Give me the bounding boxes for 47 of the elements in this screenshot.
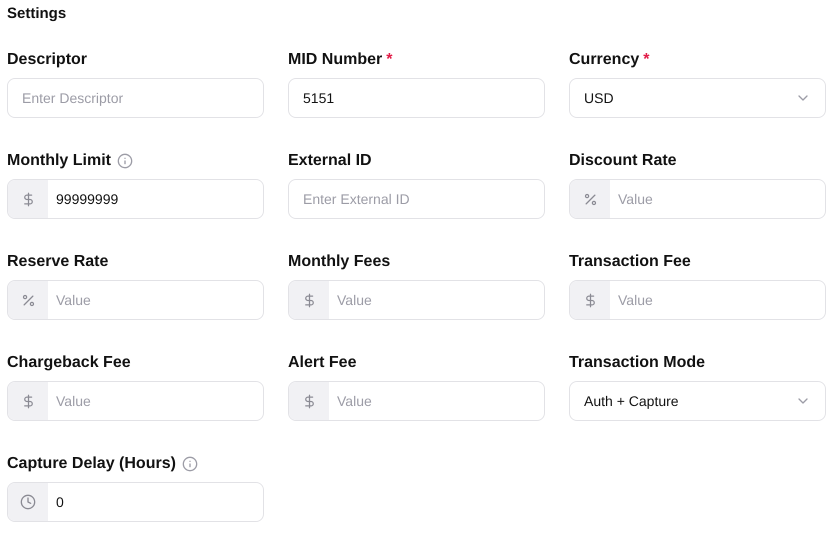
info-icon[interactable]	[116, 153, 133, 169]
field-value: 0	[56, 494, 64, 510]
input-field[interactable]: Value	[288, 381, 545, 421]
input-field[interactable]: 0	[7, 482, 264, 522]
field-label: Monthly Limit	[7, 152, 111, 170]
placeholder-text: Value	[618, 292, 653, 308]
percent-icon	[582, 192, 598, 206]
field-label: Capture Delay (Hours)	[7, 455, 176, 473]
field-value: 5151	[303, 90, 334, 106]
required-mark: *	[386, 51, 392, 69]
clock-icon	[20, 494, 36, 510]
select-field[interactable]: Auth + Capture	[569, 381, 826, 421]
section-title: Settings	[7, 5, 66, 22]
field-label: Transaction Mode	[569, 354, 706, 372]
placeholder-text: Value	[337, 292, 372, 308]
input-field[interactable]: Value	[569, 179, 826, 219]
required-mark: *	[643, 51, 650, 69]
field-label: Discount Rate	[569, 152, 677, 170]
input-field[interactable]: Value	[569, 280, 826, 320]
placeholder-text: Enter Descriptor	[22, 90, 124, 106]
field-value: Auth + Capture	[584, 393, 679, 409]
placeholder-text: Value	[337, 393, 372, 409]
field-value: USD	[584, 90, 614, 106]
info-icon[interactable]	[182, 456, 198, 472]
field-label: Descriptor	[7, 51, 88, 69]
placeholder-text: Value	[56, 292, 91, 308]
percent-icon	[20, 292, 36, 308]
input-field[interactable]: Value	[7, 381, 264, 421]
field-label: Transaction Fee	[569, 253, 691, 271]
field-label: Chargeback Fee	[7, 354, 131, 372]
input-field[interactable]: 5151	[288, 78, 545, 118]
input-field[interactable]: Value	[288, 280, 545, 320]
field-label: Monthly Fees	[288, 253, 390, 271]
input-field[interactable]: Value	[7, 280, 264, 320]
field-label: Currency	[569, 51, 640, 69]
field-label: MID Number	[288, 51, 382, 69]
input-field[interactable]: 99999999	[7, 179, 264, 219]
select-field[interactable]: USD	[569, 78, 826, 118]
field-label: External ID	[288, 152, 372, 170]
placeholder-text: Value	[618, 191, 653, 207]
field-label: Reserve Rate	[7, 253, 108, 271]
input-field[interactable]: Enter Descriptor	[7, 78, 264, 118]
placeholder-text: Enter External ID	[303, 191, 410, 207]
field-label: Alert Fee	[288, 354, 356, 372]
field-value: 99999999	[56, 191, 118, 207]
input-field[interactable]: Enter External ID	[288, 179, 545, 219]
placeholder-text: Value	[56, 393, 91, 409]
